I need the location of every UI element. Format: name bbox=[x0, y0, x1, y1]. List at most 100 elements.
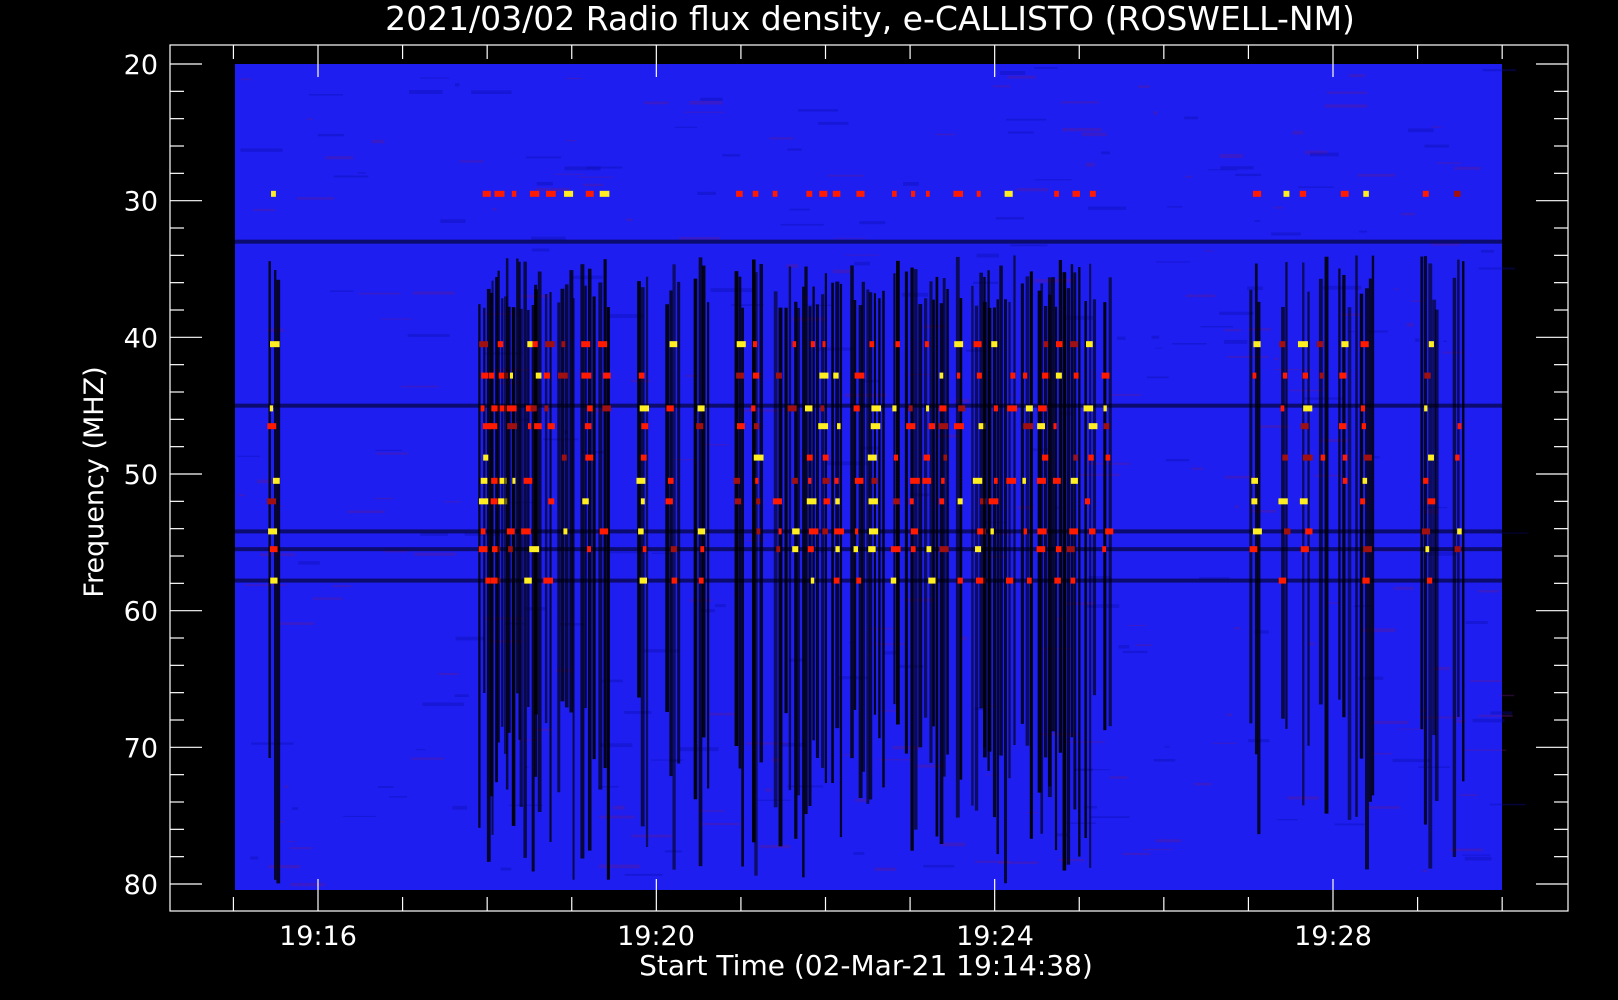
burst-emission-mark bbox=[1284, 528, 1291, 535]
burst-emission-mark bbox=[953, 423, 964, 430]
noise-patch bbox=[1191, 467, 1203, 470]
burst-emission-mark bbox=[893, 454, 899, 461]
burst-dark-stripe bbox=[882, 290, 885, 788]
burst-emission-mark bbox=[823, 498, 830, 505]
noise-patch bbox=[1155, 261, 1191, 263]
burst-emission-mark bbox=[926, 546, 932, 553]
burst-emission-mark bbox=[1425, 546, 1430, 553]
burst-emission-mark bbox=[1320, 454, 1326, 461]
noise-patch bbox=[1464, 856, 1492, 861]
noise-patch bbox=[769, 137, 794, 140]
burst-dark-stripe bbox=[802, 286, 805, 878]
burst-emission-mark bbox=[1316, 341, 1324, 348]
burst-emission-mark bbox=[640, 498, 645, 505]
noise-patch bbox=[317, 133, 344, 137]
burst-dark-stripe bbox=[924, 298, 928, 718]
burst-dark-stripe bbox=[1051, 277, 1055, 732]
burst-dark-stripe bbox=[273, 270, 277, 880]
burst-emission-mark bbox=[775, 372, 782, 379]
x-tick-label: 19:20 bbox=[617, 921, 695, 952]
burst-emission-mark bbox=[1037, 423, 1045, 430]
burst-emission-mark bbox=[1319, 372, 1324, 379]
burst-emission-mark bbox=[270, 577, 278, 584]
burst-dark-stripe bbox=[904, 271, 908, 754]
burst-emission-mark bbox=[1363, 454, 1372, 461]
noise-patch bbox=[452, 805, 468, 810]
burst-emission-mark bbox=[1006, 577, 1014, 584]
noise-patch bbox=[722, 154, 741, 157]
burst-emission-mark bbox=[736, 372, 745, 379]
burst-dark-stripe bbox=[935, 276, 939, 837]
noise-patch bbox=[789, 208, 810, 211]
noise-patch bbox=[999, 71, 1026, 75]
burst-emission-mark bbox=[954, 341, 964, 348]
burst-emission-mark bbox=[1280, 405, 1285, 412]
noise-patch bbox=[859, 221, 886, 225]
noise-patch bbox=[1226, 713, 1232, 717]
noise-patch bbox=[380, 318, 413, 320]
burst-emission-mark bbox=[557, 372, 568, 379]
burst-emission-mark bbox=[1054, 577, 1061, 584]
burst-dark-stripe bbox=[1025, 276, 1030, 746]
burst-emission-mark bbox=[1283, 190, 1290, 197]
noise-patch bbox=[1064, 741, 1105, 743]
noise-patch bbox=[1219, 311, 1254, 315]
burst-emission-mark bbox=[834, 528, 844, 535]
burst-dark-stripe bbox=[592, 296, 596, 760]
noise-patch bbox=[438, 672, 459, 676]
noise-patch bbox=[420, 77, 449, 79]
noise-patch bbox=[1155, 347, 1163, 349]
y-tick-label: 50 bbox=[124, 460, 158, 491]
burst-emission-mark bbox=[272, 477, 280, 484]
burst-dark-stripe bbox=[878, 298, 881, 739]
burst-dark-stripe bbox=[1062, 272, 1067, 871]
burst-dark-stripe bbox=[974, 305, 979, 811]
burst-emission-mark bbox=[806, 190, 813, 197]
burst-emission-mark bbox=[1278, 577, 1287, 584]
noise-patch bbox=[1007, 75, 1036, 79]
burst-dark-stripe bbox=[672, 264, 676, 870]
burst-emission-mark bbox=[532, 341, 538, 348]
noise-patch bbox=[325, 156, 354, 160]
burst-emission-mark bbox=[640, 454, 647, 461]
noise-patch bbox=[1185, 175, 1193, 178]
y-axis-label: Frequency (MHZ) bbox=[79, 366, 110, 597]
burst-emission-mark bbox=[938, 423, 949, 430]
noise-patch bbox=[554, 173, 584, 175]
burst-emission-mark bbox=[1428, 341, 1434, 348]
burst-dark-stripe bbox=[677, 281, 681, 764]
burst-emission-mark bbox=[939, 498, 945, 505]
burst-emission-mark bbox=[602, 405, 611, 412]
burst-dark-stripe bbox=[1452, 277, 1457, 857]
chart-title: 2021/03/02 Radio flux density, e-CALLIST… bbox=[385, 0, 1355, 38]
noise-patch bbox=[787, 148, 802, 151]
burst-dark-stripe bbox=[896, 260, 900, 725]
noise-patch bbox=[1367, 806, 1400, 809]
burst-emission-mark bbox=[1252, 528, 1262, 535]
noise-patch bbox=[371, 139, 385, 144]
burst-emission-mark bbox=[478, 546, 488, 553]
burst-emission-mark bbox=[581, 372, 592, 379]
y-tick-label: 40 bbox=[124, 323, 158, 354]
burst-emission-mark bbox=[807, 546, 814, 553]
burst-dark-stripe bbox=[1457, 259, 1460, 717]
burst-emission-mark bbox=[868, 528, 879, 535]
burst-emission-mark bbox=[506, 528, 515, 535]
noise-patch bbox=[284, 785, 289, 788]
burst-emission-mark bbox=[855, 528, 859, 535]
burst-emission-mark bbox=[1424, 405, 1428, 412]
burst-emission-mark bbox=[1424, 372, 1431, 379]
noise-patch bbox=[599, 864, 640, 869]
noise-patch bbox=[624, 873, 663, 876]
noise-patch bbox=[1478, 714, 1513, 717]
burst-dark-stripe bbox=[1078, 267, 1081, 857]
x-tick-label: 19:24 bbox=[956, 921, 1034, 952]
burst-emission-mark bbox=[868, 498, 878, 505]
noise-patch bbox=[697, 191, 717, 196]
burst-emission-mark bbox=[667, 477, 674, 484]
noise-patch bbox=[1200, 326, 1234, 328]
noise-patch bbox=[286, 841, 296, 843]
y-tick-label: 30 bbox=[124, 187, 158, 218]
noise-patch bbox=[1193, 782, 1212, 786]
burst-dark-stripe bbox=[754, 272, 758, 876]
